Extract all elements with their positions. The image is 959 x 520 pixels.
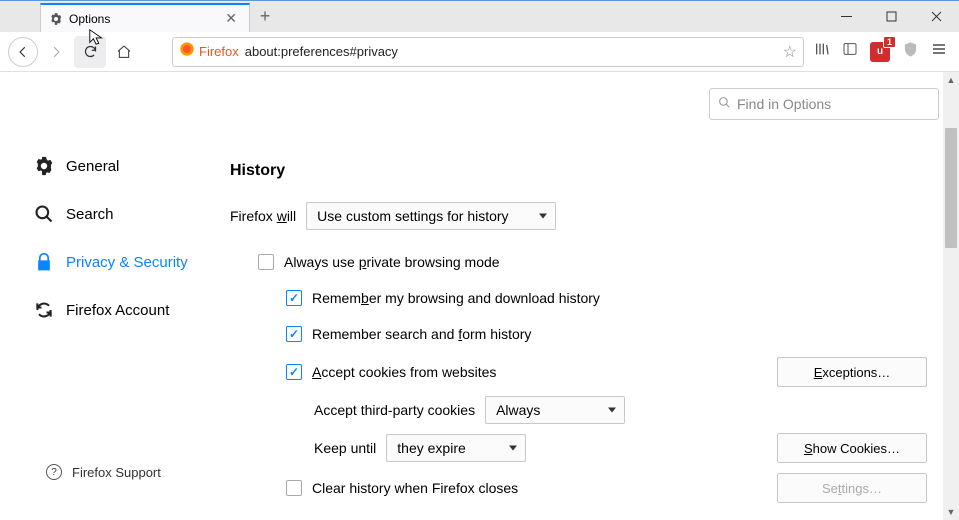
firefox-logo-icon [179,41,195,62]
vertical-scrollbar[interactable]: ▲ ▼ [943,72,959,520]
menu-button[interactable] [931,41,947,62]
titlebar: Options ✕ + [0,0,959,32]
sidebar-icon[interactable] [842,41,858,62]
clear-on-close-checkbox[interactable] [286,480,302,496]
remember-search-checkbox[interactable] [286,326,302,342]
sidebar-item-label: Privacy & Security [66,254,188,271]
close-window-button[interactable] [914,1,959,32]
section-heading: History [230,162,927,180]
always-private-checkbox[interactable] [258,254,274,270]
search-placeholder: Find in Options [737,96,831,112]
url-address: about:preferences#privacy [245,44,783,59]
sync-icon [32,298,56,322]
preferences-sidebar: General Search Privacy & Security Firefo… [0,72,230,520]
url-brand: Firefox [199,44,239,59]
library-icon[interactable] [814,41,830,62]
bookmark-star-icon[interactable]: ☆ [783,42,797,62]
firefox-will-label: Firefox will [230,208,296,224]
third-party-label: Accept third-party cookies [314,402,475,418]
scroll-thumb[interactable] [945,128,957,248]
preferences-main: Find in Options History Firefox will Use… [230,72,959,520]
history-mode-select[interactable]: Use custom settings for history [306,202,556,230]
gear-icon [49,12,63,26]
browser-tab[interactable]: Options ✕ [40,3,250,32]
gear-icon [32,154,56,178]
sidebar-item-label: Firefox Account [66,302,169,319]
accept-cookies-label: Accept cookies from websites [312,364,496,380]
content-area: General Search Privacy & Security Firefo… [0,72,959,520]
search-icon [718,96,731,112]
help-icon: ? [46,464,62,480]
scroll-down-icon[interactable]: ▼ [943,504,959,520]
clear-settings-button: Settings… [777,473,927,503]
search-icon [32,202,56,226]
url-bar[interactable]: Firefox about:preferences#privacy ☆ [172,37,804,67]
minimize-button[interactable] [824,1,869,32]
sidebar-item-label: General [66,158,119,175]
remember-browsing-label: Remember my browsing and download histor… [312,290,600,306]
nav-toolbar: Firefox about:preferences#privacy ☆ u1 [0,32,959,72]
window-controls [824,1,959,32]
history-section: History Firefox will Use custom settings… [230,162,927,508]
exceptions-button[interactable]: Exceptions… [777,357,927,387]
sidebar-item-account[interactable]: Firefox Account [32,286,230,334]
show-cookies-button[interactable]: Show Cookies… [777,433,927,463]
ublock-icon[interactable]: u1 [870,42,890,62]
sidebar-item-search[interactable]: Search [32,190,230,238]
remember-browsing-checkbox[interactable] [286,290,302,306]
lock-icon [32,250,56,274]
ublock-badge: 1 [883,36,896,48]
new-tab-button[interactable]: + [250,1,280,32]
accept-cookies-checkbox[interactable] [286,364,302,380]
shield-icon[interactable] [902,41,919,63]
find-in-options[interactable]: Find in Options [709,88,939,120]
home-button[interactable] [108,36,140,68]
keep-until-label: Keep until [314,440,376,456]
back-button[interactable] [8,37,38,67]
sidebar-item-label: Search [66,206,114,223]
firefox-support-link[interactable]: ? Firefox Support [46,464,161,480]
keep-until-select[interactable]: they expire [386,434,526,462]
third-party-select[interactable]: Always [485,396,625,424]
scroll-up-icon[interactable]: ▲ [943,72,959,88]
always-private-label: Always use private browsing mode [284,254,500,270]
forward-button[interactable] [40,36,72,68]
sidebar-item-general[interactable]: General [32,142,230,190]
clear-on-close-label: Clear history when Firefox closes [312,480,518,496]
maximize-button[interactable] [869,1,914,32]
remember-search-label: Remember search and form history [312,326,531,342]
support-label: Firefox Support [72,465,161,480]
tab-title: Options [69,12,221,26]
sidebar-item-privacy[interactable]: Privacy & Security [32,238,230,286]
reload-button[interactable] [74,36,106,68]
close-tab-icon[interactable]: ✕ [221,10,241,27]
